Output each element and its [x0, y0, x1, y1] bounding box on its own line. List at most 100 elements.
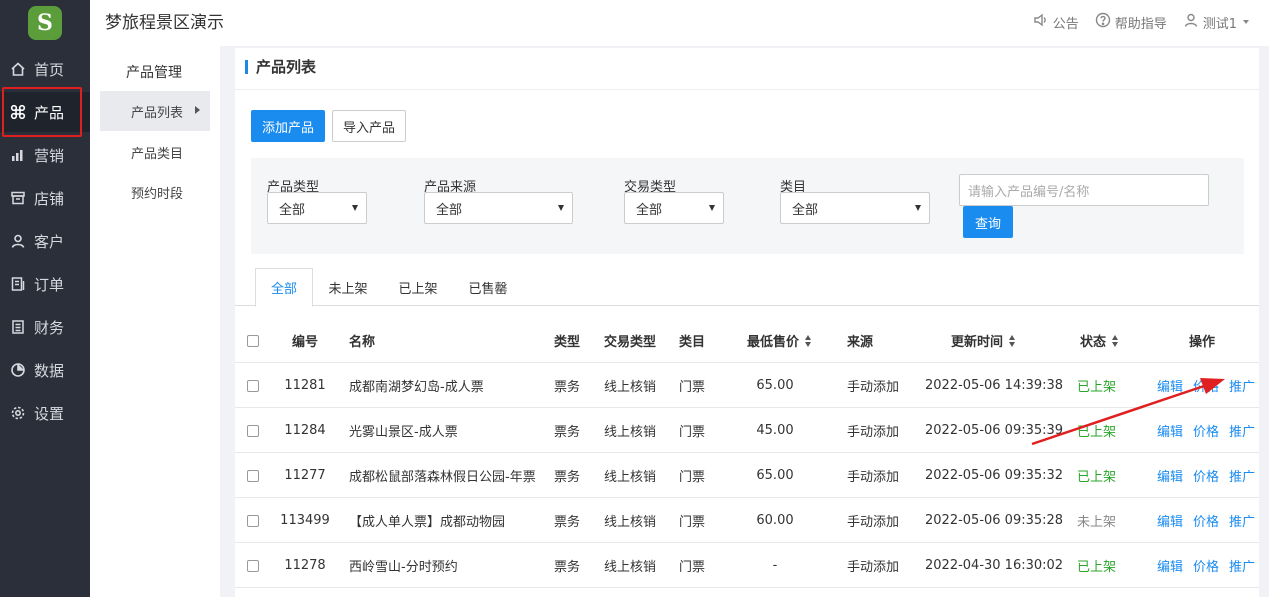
- filter-area: 产品类型 全部 产品来源 全部 交易类型 全部 类目 全部 请输入产品编号/名称…: [251, 158, 1244, 254]
- tab-sold-out[interactable]: 已售罄: [459, 268, 517, 306]
- sidebar-item-store[interactable]: 店铺: [0, 178, 90, 218]
- tab-unlisted[interactable]: 未上架: [319, 268, 377, 306]
- sort-icon: [1009, 334, 1016, 347]
- cell-price: 60.00: [756, 513, 794, 528]
- speaker-icon: [1033, 12, 1049, 32]
- help-link[interactable]: 帮助指导: [1095, 12, 1167, 32]
- sidebar-item-product[interactable]: 产品: [0, 92, 90, 132]
- submenu-item-product-list[interactable]: 产品列表: [100, 91, 210, 131]
- edit-link[interactable]: 编辑: [1157, 511, 1183, 530]
- col-id: 编号: [292, 335, 319, 350]
- cell-name: 光雾山景区-成人票: [349, 425, 458, 440]
- sort-icon: [1112, 334, 1119, 347]
- status-badge: 未上架: [1077, 515, 1117, 530]
- user-icon: [10, 233, 26, 249]
- help-icon: [1095, 12, 1111, 32]
- query-button[interactable]: 查询: [963, 206, 1013, 238]
- order-icon: [10, 276, 26, 292]
- edit-link[interactable]: 编辑: [1157, 376, 1183, 395]
- sidebar-item-order[interactable]: 订单: [0, 264, 90, 304]
- edit-link[interactable]: 编辑: [1157, 421, 1183, 440]
- promote-link[interactable]: 推广: [1229, 421, 1255, 440]
- edit-link[interactable]: 编辑: [1157, 466, 1183, 485]
- product-source-select[interactable]: 全部: [424, 192, 573, 224]
- price-link[interactable]: 价格: [1193, 376, 1219, 395]
- row-checkbox[interactable]: [247, 363, 259, 408]
- sidebar-item-marketing[interactable]: 营销: [0, 135, 90, 175]
- sidebar-item-customer[interactable]: 客户: [0, 221, 90, 261]
- cell-category: 门票: [679, 425, 706, 440]
- cell-price: -: [772, 558, 778, 573]
- price-link[interactable]: 价格: [1193, 556, 1219, 575]
- notice-link[interactable]: 公告: [1033, 12, 1079, 32]
- checkbox-icon: [247, 334, 259, 347]
- chevron-down-icon: [1243, 20, 1249, 24]
- category-select[interactable]: 全部: [780, 192, 930, 224]
- top-header: 梦旅程景区演示 公告 帮助指导 测试1: [90, 0, 1269, 46]
- edit-link[interactable]: 编辑: [1157, 556, 1183, 575]
- gear-icon: [10, 405, 26, 421]
- status-tabs: 全部 未上架 已上架 已售罄: [235, 268, 1259, 307]
- col-status[interactable]: 状态: [1080, 318, 1119, 363]
- tab-listed[interactable]: 已上架: [389, 268, 447, 306]
- cell-trade: 线上核销: [604, 470, 657, 485]
- checkbox-icon: [247, 424, 259, 437]
- app-logo[interactable]: S: [0, 0, 90, 46]
- sidebar-item-settings[interactable]: 设置: [0, 393, 90, 433]
- sidebar-item-finance[interactable]: 财务: [0, 307, 90, 347]
- home-icon: [10, 61, 26, 77]
- cell-type: 票务: [554, 425, 581, 440]
- table-row: 113499 【成人单人票】成都动物园 票务 线上核销 门票 60.00 手动添加 2022-…: [235, 498, 1259, 543]
- col-source: 来源: [847, 335, 874, 350]
- cell-type: 票务: [554, 515, 581, 530]
- logo-icon: S: [28, 6, 62, 40]
- promote-link[interactable]: 推广: [1229, 376, 1255, 395]
- row-checkbox[interactable]: [247, 453, 259, 498]
- cell-id: 11277: [284, 468, 326, 483]
- row-checkbox[interactable]: [247, 408, 259, 453]
- search-input[interactable]: 请输入产品编号/名称: [959, 174, 1209, 206]
- status-badge: 已上架: [1077, 380, 1117, 395]
- cell-name: 西岭雪山-分时预约: [349, 560, 458, 575]
- product-type-select[interactable]: 全部: [267, 192, 367, 224]
- submenu-item-booking-slot[interactable]: 预约时段: [100, 172, 210, 212]
- status-badge: 已上架: [1077, 470, 1117, 485]
- submenu-item-product-category[interactable]: 产品类目: [100, 132, 210, 172]
- col-trade: 交易类型: [604, 335, 657, 350]
- cell-type: 票务: [554, 470, 581, 485]
- col-actions: 操作: [1189, 335, 1216, 350]
- pie-chart-icon: [10, 362, 26, 378]
- main-sidebar: S 首页 产品 营销 店铺 客户 订单 财务 数据 设置: [0, 0, 90, 597]
- table-row: 11278 西岭雪山-分时预约 票务 线上核销 门票 - 手动添加 2022-04-30 16…: [235, 543, 1259, 588]
- tab-all[interactable]: 全部: [255, 268, 313, 307]
- cell-type: 票务: [554, 560, 581, 575]
- cell-updated: 2022-05-06 09:35:32: [925, 468, 1064, 483]
- cell-id: 11284: [284, 423, 326, 438]
- cell-trade: 线上核销: [604, 380, 657, 395]
- cell-source: 手动添加: [847, 470, 900, 485]
- select-all-checkbox[interactable]: [247, 318, 259, 363]
- col-updated[interactable]: 更新时间: [951, 318, 1016, 363]
- product-submenu: 产品管理 产品列表 产品类目 预约时段: [90, 46, 220, 597]
- promote-link[interactable]: 推广: [1229, 556, 1255, 575]
- user-menu[interactable]: 测试1: [1183, 12, 1249, 32]
- price-link[interactable]: 价格: [1193, 421, 1219, 440]
- promote-link[interactable]: 推广: [1229, 466, 1255, 485]
- promote-link[interactable]: 推广: [1229, 511, 1255, 530]
- sidebar-item-data[interactable]: 数据: [0, 350, 90, 390]
- cell-id: 113499: [280, 513, 330, 528]
- col-price[interactable]: 最低售价: [747, 318, 812, 363]
- price-link[interactable]: 价格: [1193, 466, 1219, 485]
- submenu-title: 产品管理: [126, 65, 182, 81]
- cell-category: 门票: [679, 515, 706, 530]
- row-checkbox[interactable]: [247, 543, 259, 588]
- import-product-button[interactable]: 导入产品: [332, 110, 406, 142]
- cell-updated: 2022-05-06 09:35:39: [925, 423, 1064, 438]
- sidebar-item-home[interactable]: 首页: [0, 49, 90, 89]
- sort-icon: [805, 334, 812, 347]
- price-link[interactable]: 价格: [1193, 511, 1219, 530]
- col-type: 类型: [554, 335, 581, 350]
- row-checkbox[interactable]: [247, 498, 259, 543]
- add-product-button[interactable]: 添加产品: [251, 110, 325, 142]
- trade-type-select[interactable]: 全部: [624, 192, 724, 224]
